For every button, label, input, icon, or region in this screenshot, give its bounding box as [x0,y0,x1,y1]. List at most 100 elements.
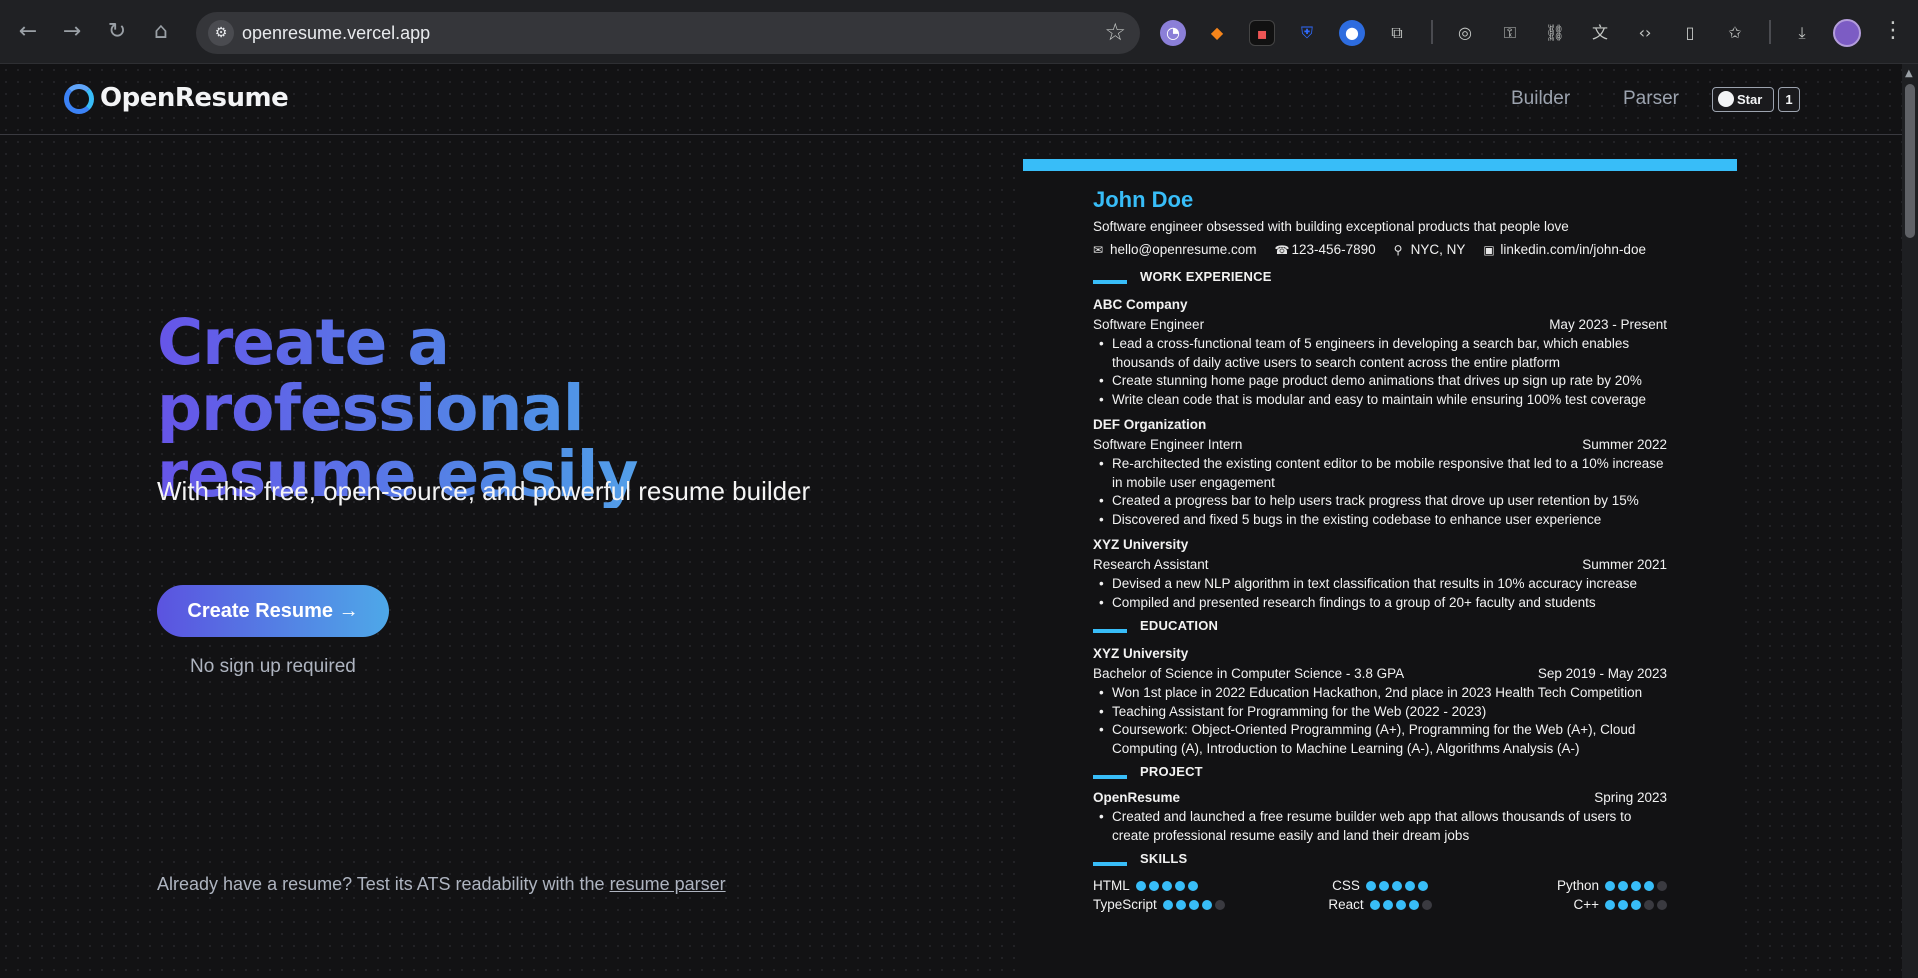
work-date: Summer 2022 [1582,437,1667,452]
code-icon[interactable]: ‹› [1632,20,1658,46]
site-info-icon[interactable]: ⚙ [208,20,234,46]
github-icon [1718,91,1734,107]
link-icon[interactable]: ⛓ [1542,20,1568,46]
list-item: Create stunning home page product demo a… [1093,372,1667,391]
forward-icon[interactable]: → [58,18,86,46]
linkedin-icon: ▣ [1483,243,1495,257]
education-date: Sep 2019 - May 2023 [1537,666,1667,681]
create-resume-button[interactable]: Create Resume → [157,585,389,637]
toolbar-divider [1431,20,1433,44]
parser-prompt-text: Already have a resume? Test its ATS read… [157,874,610,894]
work-bullets: Re-architected the existing content edit… [1093,455,1667,529]
skill-name: HTML [1093,878,1130,893]
skill-item: Python [1476,877,1667,894]
page-scrollbar[interactable]: ▲ [1902,64,1918,978]
skill-rating-dot [1382,899,1393,910]
skill-rating-dot [1604,880,1615,891]
list-item: Devised a new NLP algorithm in text clas… [1093,575,1667,594]
resume-preview: John Doe Software engineer obsessed with… [1023,159,1737,978]
work-title-row: Software Engineer May 2023 - Present [1093,315,1667,335]
list-item: Teaching Assistant for Programming for t… [1093,703,1667,722]
scroll-up-icon[interactable]: ▲ [1905,68,1913,79]
nav-parser-link[interactable]: Parser [1623,88,1679,110]
page-content: OpenResume Builder Parser Star 1 Create … [0,64,1902,978]
skill-rating-dot [1161,880,1172,891]
translate-icon[interactable]: 文 [1587,20,1613,46]
skill-item: CSS [1284,877,1475,894]
skill-name: TypeScript [1093,897,1157,912]
skill-item: TypeScript [1093,896,1284,913]
metamask-extension-icon[interactable]: ◆ [1204,20,1230,46]
skill-name: React [1328,897,1364,912]
education-degree-row: Bachelor of Science in Computer Science … [1093,664,1667,684]
list-item: Created a progress bar to help users tra… [1093,492,1667,511]
skill-rating-dot [1369,899,1380,910]
list-item: Won 1st place in 2022 Education Hackatho… [1093,684,1667,703]
address-bar[interactable]: ⚙ openresume.vercel.app ☆ [196,12,1140,54]
skill-rating-dot [1391,880,1402,891]
reload-icon[interactable]: ↻ [103,18,131,46]
skill-rating-dot [1395,899,1406,910]
contact-location: ⚲ NYC, NY [1394,239,1466,265]
skill-rating-dot [1617,899,1628,910]
resume-body: John Doe Software engineer obsessed with… [1093,187,1667,913]
bookmark-star-icon[interactable]: ☆ [1104,18,1126,46]
brand-name[interactable]: OpenResume [100,83,289,113]
contact-email: ✉ hello@openresume.com [1093,239,1257,265]
me-extension-icon[interactable]: ▪ [1249,20,1275,46]
project-name: OpenResume [1093,790,1181,805]
contact-email-text: hello@openresume.com [1110,242,1257,257]
github-star-label: Star [1737,92,1763,107]
location-pin-icon: ⚲ [1393,243,1403,257]
resume-name: John Doe [1093,187,1194,212]
puzzle-extensions-icon[interactable]: ⧉ [1384,20,1410,46]
list-item: Coursework: Object-Oriented Programming … [1093,721,1667,758]
logo-icon[interactable] [64,84,94,114]
contact-phone: ☎ 123-456-7890 [1275,239,1376,265]
work-entry: ABC Company Software Engineer May 2023 - … [1093,295,1667,409]
section-heading-project: PROJECT [1093,764,1667,788]
address-url[interactable]: openresume.vercel.app [242,23,430,44]
list-item: Re-architected the existing content edit… [1093,455,1667,492]
home-icon[interactable]: ⌂ [147,18,175,46]
trash-icon[interactable]: ▯ [1677,20,1703,46]
resume-parser-link[interactable]: resume parser [610,874,726,894]
skill-rating-dot [1417,880,1428,891]
phone-icon: ☎ [1274,243,1290,257]
back-icon[interactable]: ← [14,18,42,46]
work-bullets: Lead a cross-functional team of 5 engine… [1093,335,1667,409]
shield-extension-icon[interactable]: ⛨ [1294,20,1320,46]
skill-rating-dot [1643,880,1654,891]
circle-extension-icon[interactable]: ● [1339,20,1365,46]
skill-rating-dot [1408,899,1419,910]
work-entry: DEF Organization Software Engineer Inter… [1093,415,1667,529]
github-star-button[interactable]: Star [1712,87,1774,112]
skill-rating-dot [1630,899,1641,910]
resume-accent-stripe [1023,159,1737,171]
skill-rating-dot [1135,880,1146,891]
skill-rating-dot [1604,899,1615,910]
skills-grid: HTML CSS Python TypeScript React C++ [1093,877,1667,913]
scrollbar-thumb[interactable] [1905,84,1915,238]
parser-prompt: Already have a resume? Test its ATS read… [157,874,726,895]
key-icon[interactable]: ⚿ [1497,20,1523,46]
project-date: Spring 2023 [1594,790,1667,805]
profile-avatar[interactable] [1833,19,1861,47]
download-icon[interactable]: ⤓ [1789,20,1815,46]
work-company: XYZ University [1093,537,1189,552]
ghost-extension-icon[interactable]: ◔ [1160,20,1186,46]
skill-name: C++ [1573,897,1599,912]
skill-rating-dot [1656,880,1667,891]
github-star-count[interactable]: 1 [1778,87,1800,112]
incognito-icon[interactable]: ◎ [1452,20,1478,46]
work-title: Software Engineer Intern [1093,437,1243,452]
menu-kebab-icon[interactable]: ⋮ [1882,18,1904,43]
work-date: Summer 2021 [1582,557,1667,572]
nav-builder-link[interactable]: Builder [1511,88,1570,110]
work-date: May 2023 - Present [1549,317,1667,332]
skill-rating-dot [1378,880,1389,891]
contact-linkedin: ▣ linkedin.com/in/john-doe [1483,239,1646,265]
skill-rating-dot [1175,899,1186,910]
list-item: Compiled and presented research findings… [1093,594,1667,613]
bookmark-manager-icon[interactable]: ✩ [1722,20,1748,46]
